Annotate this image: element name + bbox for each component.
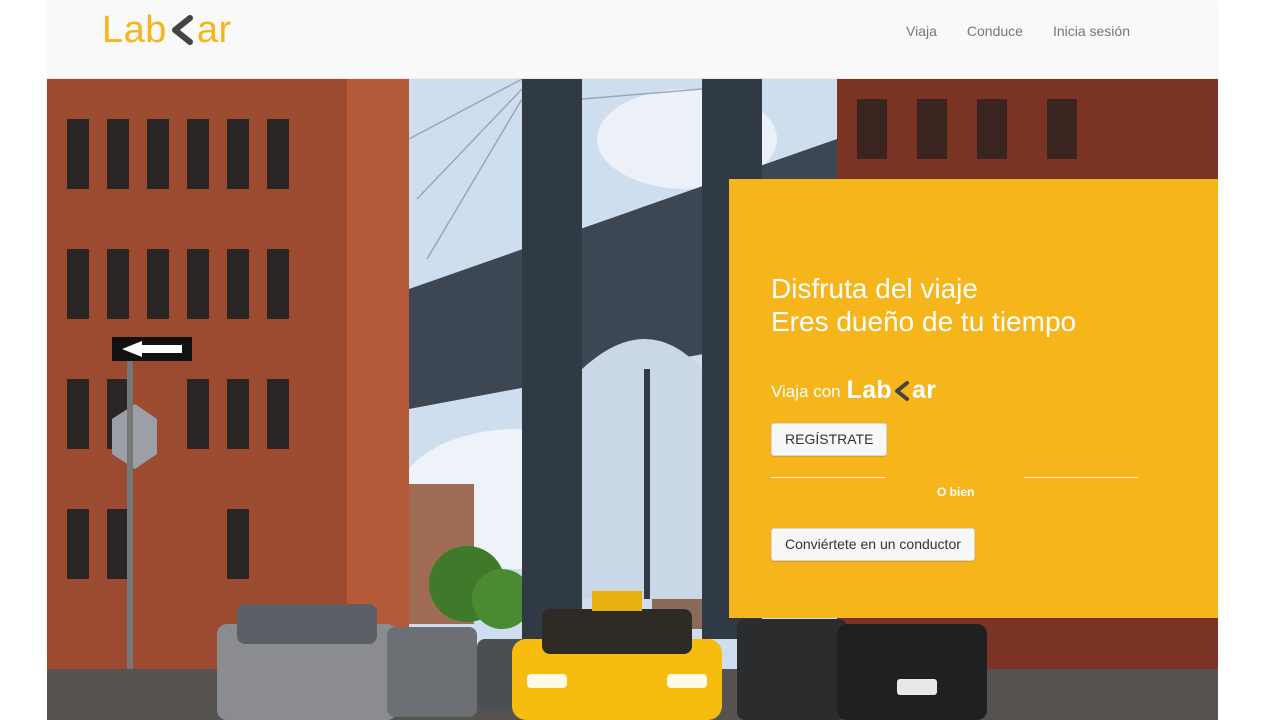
navbar: Lab ar Viaja Conduce Inicia sesión [47, 0, 1218, 79]
nav-item-conduce[interactable]: Conduce [967, 22, 1023, 40]
hero-section: Disfruta del viaje Eres dueño de tu tiem… [47, 79, 1218, 720]
headline-line-1: Disfruta del viaje [771, 273, 978, 304]
become-driver-button[interactable]: Conviértete en un conductor [771, 528, 975, 561]
headline-line-2: Eres dueño de tu tiempo [771, 306, 1077, 337]
brand-logo[interactable]: Lab ar [102, 8, 232, 51]
brand-right: ar [196, 8, 232, 51]
main-nav: Viaja Conduce Inicia sesión [906, 22, 1130, 40]
page: Lab ar Viaja Conduce Inicia sesión Disfr… [47, 0, 1218, 720]
nav-item-login[interactable]: Inicia sesión [1053, 22, 1130, 40]
divider-right [1024, 477, 1138, 478]
card-brand-left: Lab [846, 376, 892, 404]
hero-headline: Disfruta del viaje Eres dueño de tu tiem… [771, 272, 1076, 338]
register-button[interactable]: REGÍSTRATE [771, 423, 888, 456]
logo-chevron-icon [171, 15, 193, 45]
card-brand-logo: Lab ar [847, 376, 937, 405]
card-logo-chevron-icon [895, 380, 909, 401]
card-brand-right: ar [912, 376, 937, 404]
brand-left: Lab [102, 8, 167, 51]
travel-with-text: Viaja con [771, 382, 841, 401]
travel-with: Viaja con Lab ar [771, 376, 936, 405]
promo-card: Disfruta del viaje Eres dueño de tu tiem… [729, 179, 1218, 618]
or-text: O bien [937, 485, 975, 499]
divider-left [771, 477, 885, 478]
nav-item-viaja[interactable]: Viaja [906, 22, 937, 40]
